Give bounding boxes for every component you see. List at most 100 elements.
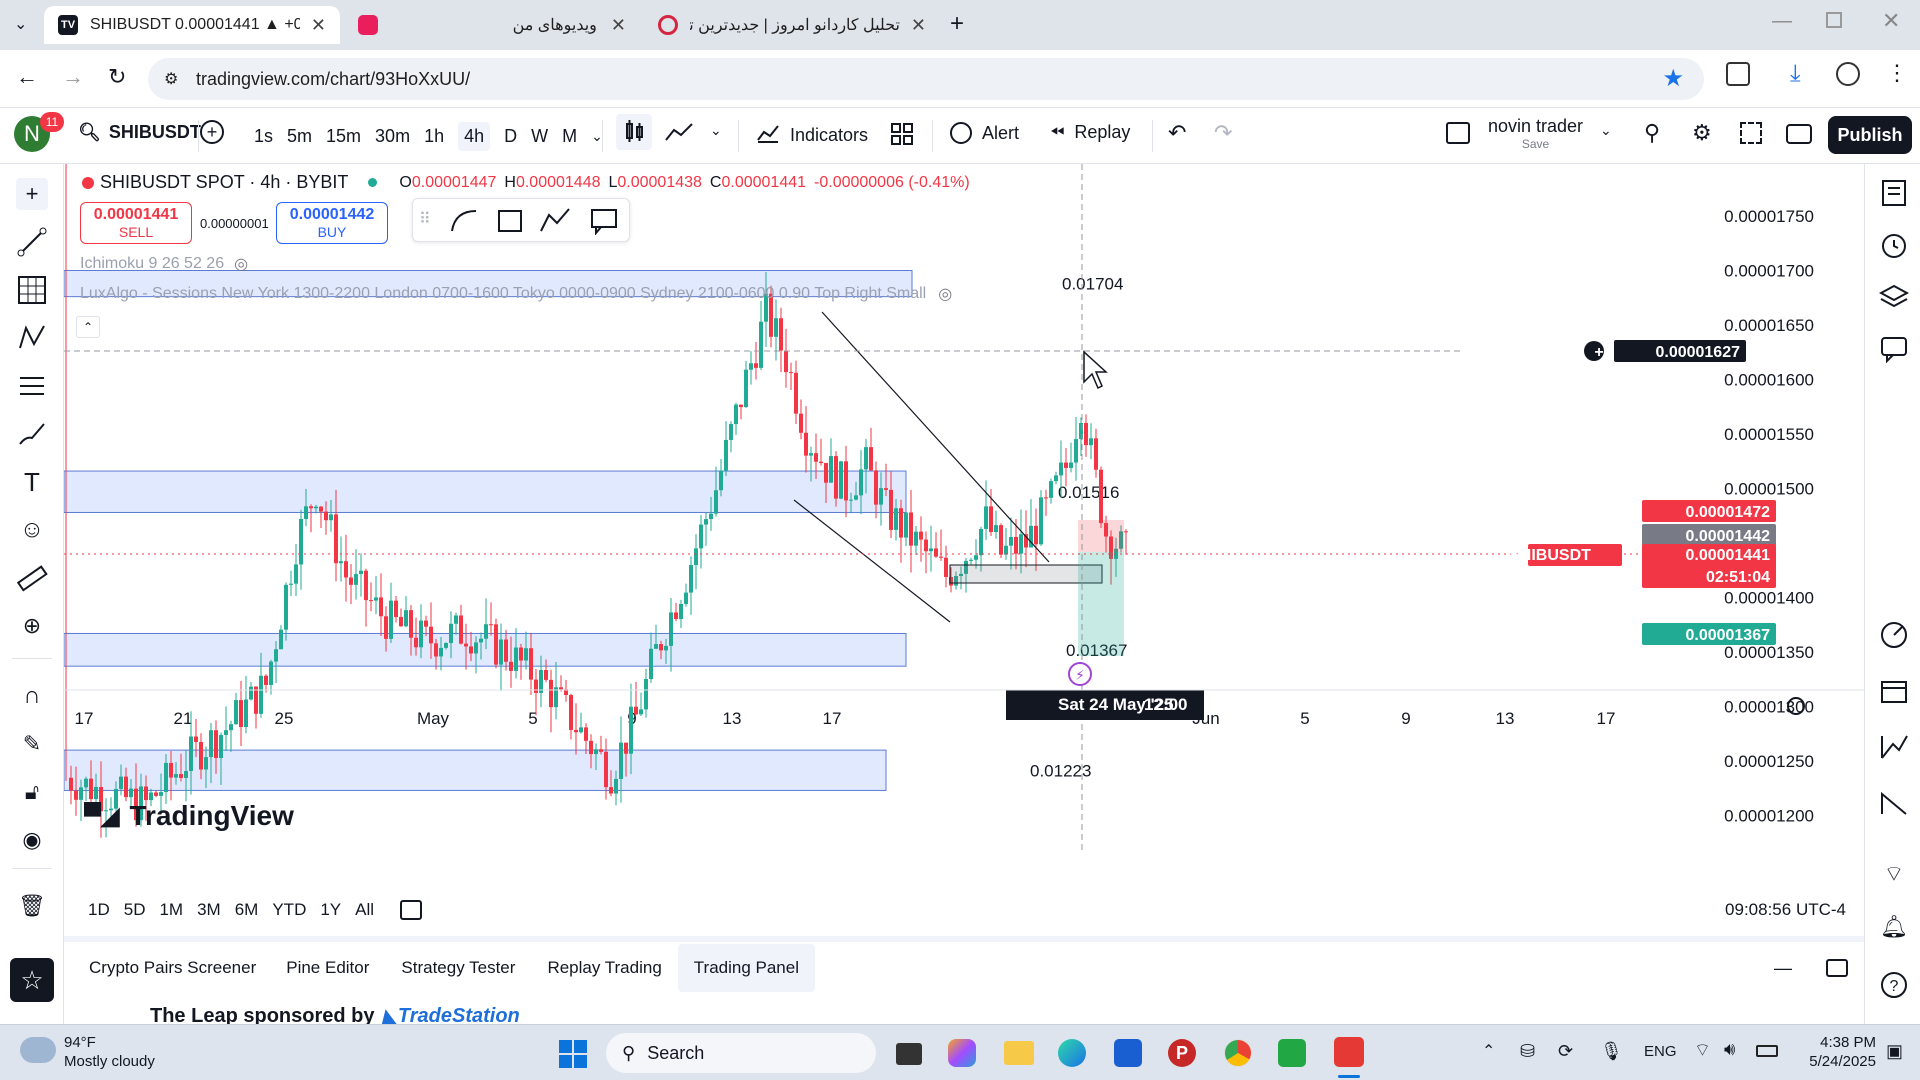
tab-strategy-tester[interactable]: Strategy Tester	[385, 958, 531, 978]
undo-icon[interactable]: ↶	[1168, 120, 1186, 146]
new-tab-button[interactable]: +	[950, 10, 964, 38]
range-3m[interactable]: 3M	[197, 900, 221, 920]
copilot-icon[interactable]	[948, 1039, 976, 1067]
minimize-window-button[interactable]: —	[1772, 10, 1792, 33]
forecast-icon[interactable]	[16, 370, 48, 402]
take-profit-zone[interactable]	[1078, 552, 1124, 656]
candles-chart-type-icon[interactable]	[616, 114, 652, 150]
close-tab-icon[interactable]: ✕	[311, 15, 326, 36]
wifi-icon[interactable]: ⌔	[1694, 1039, 1711, 1062]
tray-app-icon[interactable]: ⛁	[1520, 1041, 1535, 1062]
file-app-icon[interactable]	[896, 1043, 922, 1065]
range-ytd[interactable]: YTD	[272, 900, 306, 920]
tab-videos[interactable]: ویدیوهای من ✕	[344, 6, 640, 44]
tab-crypto-screener[interactable]: Crypto Pairs Screener	[64, 958, 270, 978]
red-app-icon[interactable]	[1334, 1037, 1364, 1067]
broadcast-icon[interactable]: ⌔	[1879, 860, 1909, 890]
crosshair-icon[interactable]: +	[16, 178, 48, 210]
trend-line-icon[interactable]	[16, 226, 48, 258]
target-icon[interactable]	[1879, 620, 1909, 650]
magnet-icon[interactable]: ∩	[16, 680, 48, 712]
sell-button[interactable]: 0.00001441 SELL	[80, 202, 192, 244]
emoji-icon[interactable]: ☺	[16, 514, 48, 546]
price-chart[interactable]: 0.017040.015160.013670.012230.000017500.…	[64, 164, 1864, 864]
zone-box[interactable]	[64, 749, 887, 791]
go-to-date-icon[interactable]	[400, 900, 423, 920]
restore-window-button[interactable]	[1826, 12, 1842, 28]
zoom-in-icon[interactable]: ⊕	[16, 610, 48, 642]
browser-menu-icon[interactable]: ⋮	[1886, 60, 1908, 86]
layout-icon[interactable]	[1446, 122, 1470, 144]
range-5d[interactable]: 5D	[124, 900, 146, 920]
maximize-panel-icon[interactable]	[1826, 959, 1848, 977]
reload-icon[interactable]: ↻	[108, 64, 126, 90]
app-p-icon[interactable]: P	[1168, 1039, 1196, 1067]
rectangle-tool-icon[interactable]	[495, 207, 525, 240]
tab-pine-editor[interactable]: Pine Editor	[270, 958, 385, 978]
interval-30m[interactable]: 30m	[375, 126, 410, 147]
range-6m[interactable]: 6M	[235, 900, 259, 920]
store-icon[interactable]	[1114, 1039, 1142, 1067]
timezone-clock[interactable]: 09:08:56 UTC-4	[1725, 900, 1846, 920]
fullscreen-icon[interactable]	[1740, 122, 1762, 144]
chrome-icon[interactable]	[1224, 1039, 1252, 1067]
notification-center-icon[interactable]: ▣	[1886, 1041, 1903, 1062]
chevron-down-icon[interactable]: ⌄	[1600, 122, 1612, 139]
range-1m[interactable]: 1M	[159, 900, 183, 920]
layers-icon[interactable]	[1878, 282, 1910, 312]
hidden-eye-icon[interactable]: ◎	[234, 254, 248, 274]
close-tab-icon[interactable]: ✕	[611, 15, 626, 36]
indicator-luxalgo[interactable]: LuxAlgo - Sessions New York 1300-2200 Lo…	[80, 284, 952, 304]
quick-search-icon[interactable]: ⚲	[1644, 120, 1660, 146]
ruler-icon[interactable]	[16, 562, 48, 594]
brush-icon[interactable]	[16, 418, 48, 450]
indicator-ichimoku[interactable]: Ichimoku 9 26 52 26 ◎	[80, 254, 248, 274]
zone-box[interactable]	[64, 470, 907, 513]
ideas-icon[interactable]	[1879, 732, 1909, 762]
clock[interactable]: 4:38 PM 5/24/2025	[1796, 1033, 1876, 1071]
windows-start-icon[interactable]	[558, 1039, 588, 1074]
tab-trading-panel[interactable]: Trading Panel	[677, 944, 815, 992]
calendar-icon[interactable]	[1879, 676, 1909, 706]
pattern-icon[interactable]	[16, 322, 48, 354]
language-indicator[interactable]: ENG	[1644, 1043, 1677, 1060]
range-all[interactable]: All	[355, 900, 374, 920]
profile-icon[interactable]	[1836, 62, 1860, 86]
line-chart-icon[interactable]	[664, 120, 694, 149]
show-hidden-icons[interactable]: ⌃	[1482, 1041, 1495, 1061]
url-field[interactable]: ⚙ tradingview.com/chart/93HoXxUU/ ★	[148, 58, 1704, 100]
hidden-eye-icon[interactable]: ◎	[938, 284, 952, 304]
folder-icon[interactable]	[1004, 1041, 1034, 1065]
close-tab-icon[interactable]: ✕	[911, 15, 926, 36]
alert-button[interactable]: Alert	[950, 122, 1019, 144]
download-icon[interactable]: ⤓	[1790, 60, 1801, 88]
interval-5m[interactable]: 5m	[287, 126, 312, 147]
site-info-icon[interactable]: ⚙	[164, 69, 178, 89]
camera-icon[interactable]	[1786, 124, 1812, 144]
back-icon[interactable]: ←	[16, 64, 38, 90]
notification-bell-icon[interactable]: 🔔︎	[1879, 914, 1909, 944]
interval-w[interactable]: W	[531, 126, 548, 147]
green-app-icon[interactable]	[1278, 1039, 1306, 1067]
settings-gear-icon[interactable]: ⚙	[1692, 120, 1712, 146]
publish-button[interactable]: Publish	[1828, 116, 1912, 154]
callout-tool-icon[interactable]	[589, 207, 619, 240]
help-icon[interactable]: ?	[1879, 970, 1909, 1000]
drag-handle-icon[interactable]: ⠿	[419, 209, 431, 229]
tab-list-button[interactable]: ⌄	[14, 14, 27, 34]
replay-button[interactable]: ⏪︎ Replay	[1050, 122, 1130, 143]
interval-m[interactable]: M	[562, 126, 577, 147]
watchlist-icon[interactable]	[1879, 178, 1909, 208]
stop-loss-zone[interactable]	[1078, 520, 1124, 552]
close-window-button[interactable]: ✕	[1882, 8, 1900, 34]
taskbar-search[interactable]: ⚲ Search	[606, 1033, 876, 1073]
forward-icon[interactable]: →	[62, 64, 84, 90]
volume-icon[interactable]: 🔊︎	[1724, 1039, 1735, 1060]
trend-line[interactable]	[793, 499, 951, 623]
battery-icon[interactable]	[1756, 1045, 1778, 1057]
interval-d[interactable]: D	[504, 126, 517, 147]
buy-button[interactable]: 0.00001442 BUY	[276, 202, 388, 244]
edge-icon[interactable]	[1058, 1039, 1086, 1067]
eye-icon[interactable]: ◉	[16, 824, 48, 856]
collapse-legend-icon[interactable]: ⌃	[76, 316, 100, 338]
